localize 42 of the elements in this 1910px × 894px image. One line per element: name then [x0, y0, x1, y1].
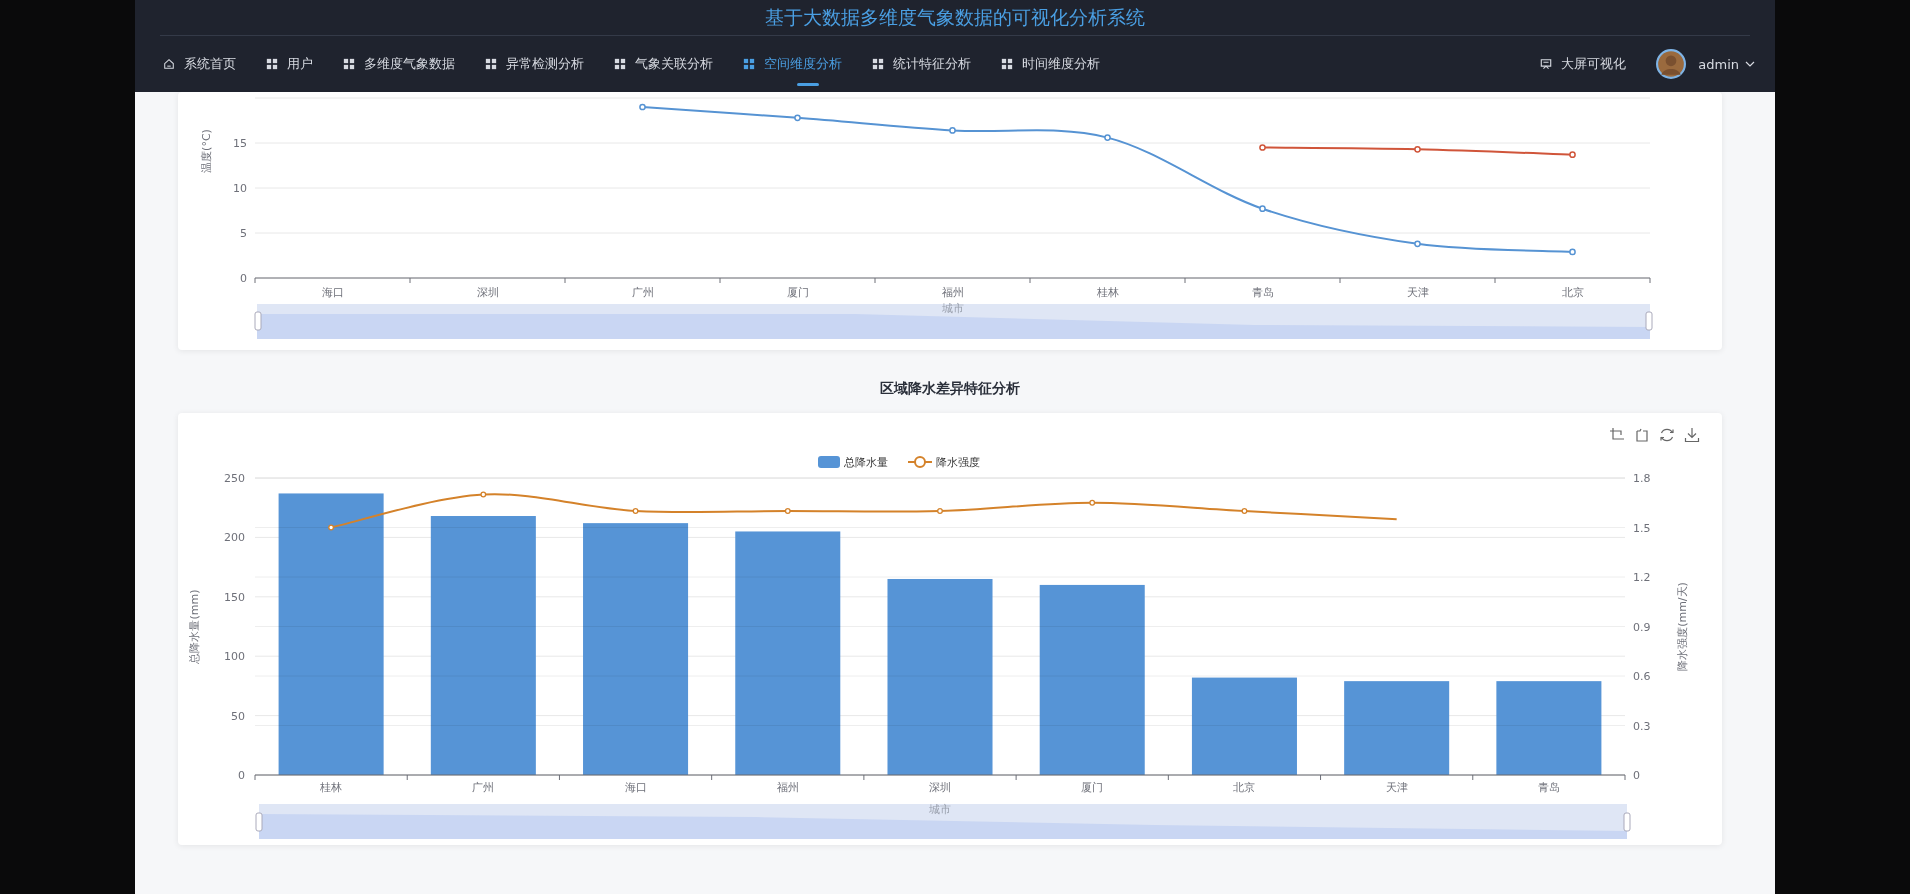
- axis-label: 福州: [941, 286, 964, 299]
- axis-title: 温度(°C): [200, 129, 213, 173]
- axis-label: 250: [224, 472, 245, 485]
- app-title: 基于大数据多维度气象数据的可视化分析系统: [765, 4, 1145, 30]
- axis-label: 海口: [624, 781, 647, 794]
- axis-label: 0: [240, 272, 247, 285]
- axis-label: 青岛: [1251, 286, 1274, 299]
- axis-label: 0.3: [1633, 719, 1651, 733]
- axis-label: 5: [240, 227, 247, 240]
- axis-label: 50: [231, 709, 245, 723]
- axis-label: 海口: [321, 286, 344, 299]
- axis-label: 1.2: [1633, 571, 1651, 584]
- axis-label: 200: [224, 531, 245, 545]
- axis-label: 北京: [1233, 781, 1256, 794]
- axis-label: 100: [224, 650, 245, 664]
- axis-title: 总降水量(mm): [188, 589, 201, 664]
- axis-label: 150: [224, 590, 245, 604]
- axis-label: 青岛: [1537, 781, 1560, 794]
- axis-label: 天津: [1385, 781, 1408, 794]
- axis-label: 福州: [776, 781, 799, 794]
- axis-label: 广州: [631, 286, 654, 299]
- axis-label: 厦门: [1081, 781, 1104, 794]
- axis-label: 深圳: [476, 286, 499, 299]
- axis-label: 1.5: [1633, 521, 1651, 535]
- axis-label: 厦门: [786, 286, 809, 299]
- section-title: 区域降水差异特征分析: [879, 380, 1021, 398]
- axis-label: 桂林: [320, 781, 343, 794]
- axis-label: 10: [233, 182, 247, 195]
- axis-label: 0: [1633, 769, 1640, 782]
- axis-label: 桂林: [1096, 286, 1119, 299]
- axis-label: 0.9: [1633, 620, 1651, 634]
- axis-title: 城市: [929, 803, 951, 816]
- axis-label: 广州: [472, 781, 495, 794]
- axis-label: 15: [233, 137, 247, 150]
- axis-label: 北京: [1561, 286, 1584, 299]
- axis-label: 0.6: [1633, 670, 1651, 683]
- axis-label: 0: [238, 769, 245, 782]
- axis-label: 深圳: [929, 781, 951, 794]
- axis-label: 1.8: [1633, 472, 1651, 485]
- axis-label: 天津: [1406, 286, 1429, 299]
- axis-title: 城市: [941, 302, 964, 315]
- axis-title: 降水强度(mm/天): [1676, 582, 1689, 671]
